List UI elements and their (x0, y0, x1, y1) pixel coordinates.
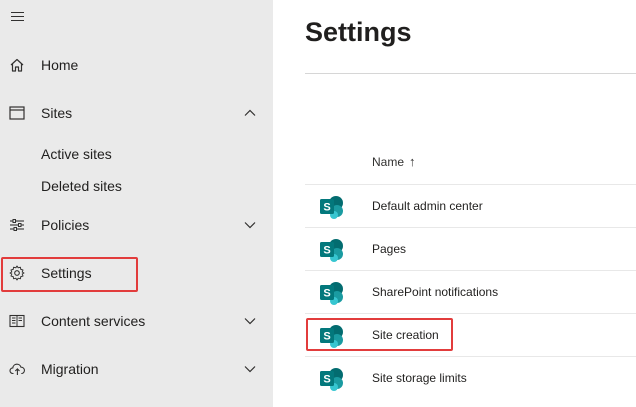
row-label: Default admin center (372, 199, 483, 213)
nav-label-sites: Sites (41, 105, 73, 121)
column-header-name[interactable]: Name ↑ (372, 154, 416, 169)
title-divider (305, 73, 636, 74)
svg-text:S: S (323, 245, 330, 257)
home-icon (8, 56, 26, 74)
sites-icon (8, 104, 26, 122)
nav-item-sites[interactable]: Sites (0, 93, 273, 133)
nav-label-content-services: Content services (41, 313, 146, 329)
svg-text:S: S (323, 202, 330, 214)
svg-text:S: S (323, 288, 330, 300)
nav-subitem-active-sites[interactable]: Active sites (41, 146, 112, 162)
nav-label-home: Home (41, 57, 79, 73)
hamburger-menu-icon[interactable] (11, 12, 24, 22)
chevron-down-icon[interactable] (243, 362, 257, 376)
left-nav: Home Sites Active sites Deleted sites Po… (0, 0, 273, 407)
sort-ascending-icon: ↑ (409, 154, 416, 169)
nav-label-policies: Policies (41, 217, 90, 233)
content-services-icon (8, 312, 26, 330)
chevron-up-icon[interactable] (243, 106, 257, 120)
nav-item-content-services[interactable]: Content services (0, 301, 273, 341)
nav-item-home[interactable]: Home (0, 45, 273, 85)
settings-row-site-storage-limits[interactable]: S Site storage limits (305, 356, 636, 399)
nav-item-migration[interactable]: Migration (0, 349, 273, 389)
settings-row-pages[interactable]: S Pages (305, 227, 636, 270)
sharepoint-icon: S (319, 195, 345, 219)
site-creation-highlight-box (306, 318, 453, 351)
sharepoint-icon: S (319, 367, 345, 391)
row-label: Site storage limits (372, 371, 467, 385)
nav-subitem-deleted-sites[interactable]: Deleted sites (41, 178, 122, 194)
settings-highlight-box (1, 257, 138, 292)
chevron-down-icon[interactable] (243, 314, 257, 328)
settings-row-sharepoint-notifications[interactable]: S SharePoint notifications (305, 270, 636, 313)
page-title: Settings (305, 17, 412, 47)
migration-icon (8, 360, 26, 378)
chevron-down-icon[interactable] (243, 218, 257, 232)
policies-icon (8, 216, 26, 234)
sharepoint-icon: S (319, 281, 345, 305)
nav-item-policies[interactable]: Policies (0, 205, 273, 245)
row-label: Pages (372, 242, 407, 256)
nav-label-migration: Migration (41, 361, 99, 377)
sharepoint-icon: S (319, 238, 345, 262)
settings-row-default-admin-center[interactable]: S Default admin center (305, 184, 636, 227)
svg-text:S: S (323, 374, 330, 386)
row-label: SharePoint notifications (372, 285, 499, 299)
column-header-label: Name (372, 154, 405, 169)
